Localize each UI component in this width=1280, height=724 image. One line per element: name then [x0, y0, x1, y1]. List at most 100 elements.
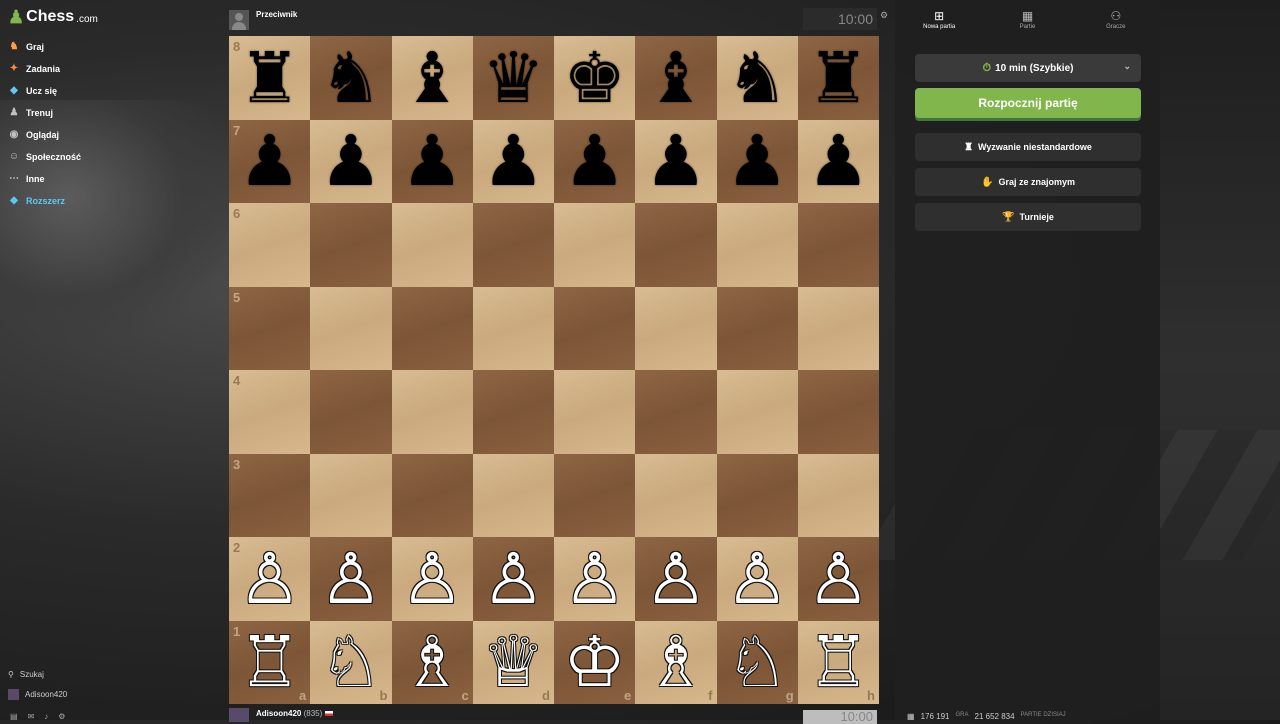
square-f3[interactable] — [635, 453, 717, 537]
square-b5[interactable] — [310, 286, 392, 370]
white-piece[interactable]: ♙ — [238, 544, 301, 614]
black-piece[interactable]: ♜ — [807, 43, 870, 113]
square-g5[interactable] — [716, 286, 798, 370]
square-c4[interactable] — [391, 370, 473, 454]
square-e4[interactable] — [554, 370, 636, 454]
black-piece[interactable]: ♚ — [563, 43, 626, 113]
handshake-button[interactable]: ✋ Graj ze znajomym — [915, 168, 1141, 196]
square-h3[interactable] — [797, 453, 879, 537]
white-piece[interactable]: ♗ — [401, 627, 464, 697]
square-h6[interactable] — [797, 203, 879, 287]
square-e8[interactable]: ♚ — [554, 36, 636, 120]
white-piece[interactable]: ♘ — [319, 627, 382, 697]
square-c7[interactable]: ♟ — [391, 119, 473, 203]
time-control-select[interactable]: ⏱ 10 min (Szybkie) ⌄ — [915, 54, 1141, 82]
black-piece[interactable]: ♞ — [319, 43, 382, 113]
black-piece[interactable]: ♟ — [401, 126, 464, 196]
white-piece[interactable]: ♔ — [563, 627, 626, 697]
square-b2[interactable]: ♙ — [310, 537, 392, 621]
start-game-button[interactable]: Rozpocznij partię — [915, 88, 1141, 118]
white-piece[interactable]: ♙ — [644, 544, 707, 614]
square-c5[interactable] — [391, 286, 473, 370]
square-h1[interactable]: h ♖ — [797, 620, 879, 704]
square-g2[interactable]: ♙ — [716, 537, 798, 621]
square-d1[interactable]: d ♕ — [472, 620, 554, 704]
black-piece[interactable]: ♝ — [644, 43, 707, 113]
black-piece[interactable]: ♟ — [807, 126, 870, 196]
square-b1[interactable]: b ♘ — [310, 620, 392, 704]
black-piece[interactable]: ♟ — [238, 126, 301, 196]
chess-board[interactable]: 8 ♜ ♞ ♝ ♛ ♚ ♝ ♞ ♜ 7 ♟ ♟ ♟ ♟ ♟ ♟ ♟ ♟ 6 5 4 3 2 ♙ ♙ ♙ ♙ ♙ ♙ ♙ ♙ 1 a ♖ b ♘ c ♗ d ♕… — [229, 36, 879, 704]
black-piece[interactable]: ♞ — [726, 43, 789, 113]
chess-com-logo[interactable]: ♟ Chess .com — [8, 8, 98, 26]
square-a8[interactable]: 8 ♜ — [229, 36, 311, 120]
square-c3[interactable] — [391, 453, 473, 537]
white-piece[interactable]: ♖ — [238, 627, 301, 697]
white-piece[interactable]: ♖ — [807, 627, 870, 697]
white-piece[interactable]: ♙ — [726, 544, 789, 614]
square-g6[interactable] — [716, 203, 798, 287]
square-d5[interactable] — [472, 286, 554, 370]
square-h7[interactable]: ♟ — [797, 119, 879, 203]
square-c8[interactable]: ♝ — [391, 36, 473, 120]
square-h4[interactable] — [797, 370, 879, 454]
white-piece[interactable]: ♙ — [319, 544, 382, 614]
board-settings-gear-icon[interactable]: ⚙ — [880, 10, 888, 21]
square-h2[interactable]: ♙ — [797, 537, 879, 621]
square-f1[interactable]: f ♗ — [635, 620, 717, 704]
square-h8[interactable]: ♜ — [797, 36, 879, 120]
black-piece[interactable]: ♟ — [644, 126, 707, 196]
sidebar-item-train[interactable]: ♟ Trenuj — [8, 102, 81, 124]
square-a2[interactable]: 2 ♙ — [229, 537, 311, 621]
square-c2[interactable]: ♙ — [391, 537, 473, 621]
square-e6[interactable] — [554, 203, 636, 287]
sidebar-item-learn[interactable]: ◆ Ucz się — [8, 80, 81, 102]
white-piece[interactable]: ♙ — [807, 544, 870, 614]
black-piece[interactable]: ♟ — [563, 126, 626, 196]
square-d7[interactable]: ♟ — [472, 119, 554, 203]
square-d8[interactable]: ♛ — [472, 36, 554, 120]
sidebar-item-watch[interactable]: ◉ Oglądaj — [8, 124, 81, 146]
white-piece[interactable]: ♗ — [644, 627, 707, 697]
square-c6[interactable] — [391, 203, 473, 287]
square-e3[interactable] — [554, 453, 636, 537]
square-f4[interactable] — [635, 370, 717, 454]
square-g8[interactable]: ♞ — [716, 36, 798, 120]
square-f2[interactable]: ♙ — [635, 537, 717, 621]
white-piece[interactable]: ♙ — [563, 544, 626, 614]
square-a4[interactable]: 4 — [229, 370, 311, 454]
square-h5[interactable] — [797, 286, 879, 370]
square-e5[interactable] — [554, 286, 636, 370]
sidebar-item-puzzle[interactable]: ✦ Zadania — [8, 58, 81, 80]
white-piece[interactable]: ♕ — [482, 627, 545, 697]
black-piece[interactable]: ♟ — [726, 126, 789, 196]
square-e7[interactable]: ♟ — [554, 119, 636, 203]
square-f8[interactable]: ♝ — [635, 36, 717, 120]
white-piece[interactable]: ♘ — [726, 627, 789, 697]
black-piece[interactable]: ♝ — [401, 43, 464, 113]
square-a1[interactable]: 1 a ♖ — [229, 620, 311, 704]
square-g3[interactable] — [716, 453, 798, 537]
square-g4[interactable] — [716, 370, 798, 454]
search-link[interactable]: ⚲ Szukaj — [8, 664, 67, 684]
square-b8[interactable]: ♞ — [310, 36, 392, 120]
white-piece[interactable]: ♙ — [482, 544, 545, 614]
square-b3[interactable] — [310, 453, 392, 537]
sidebar-item-play[interactable]: ♞ Graj — [8, 36, 81, 58]
square-a3[interactable]: 3 — [229, 453, 311, 537]
sidebar-item-community[interactable]: ☺ Społeczność — [8, 146, 81, 168]
black-piece[interactable]: ♜ — [238, 43, 301, 113]
trophy-button[interactable]: 🏆 Turnieje — [915, 203, 1141, 231]
square-g7[interactable]: ♟ — [716, 119, 798, 203]
profile-link[interactable]: Adisoon420 — [8, 684, 67, 704]
square-d4[interactable] — [472, 370, 554, 454]
white-piece[interactable]: ♙ — [401, 544, 464, 614]
tab-players[interactable]: ⚇ Gracze — [1072, 8, 1160, 40]
tab-games[interactable]: ▦ Partie — [983, 8, 1071, 40]
square-e2[interactable]: ♙ — [554, 537, 636, 621]
tab-plus[interactable]: ⊞ Nowa partia — [895, 8, 983, 40]
square-a6[interactable]: 6 — [229, 203, 311, 287]
custom-challenge-button[interactable]: ♜ Wyzwanie niestandardowe — [915, 133, 1141, 161]
sidebar-item-more[interactable]: ⋯ Inne — [8, 168, 81, 190]
square-b4[interactable] — [310, 370, 392, 454]
